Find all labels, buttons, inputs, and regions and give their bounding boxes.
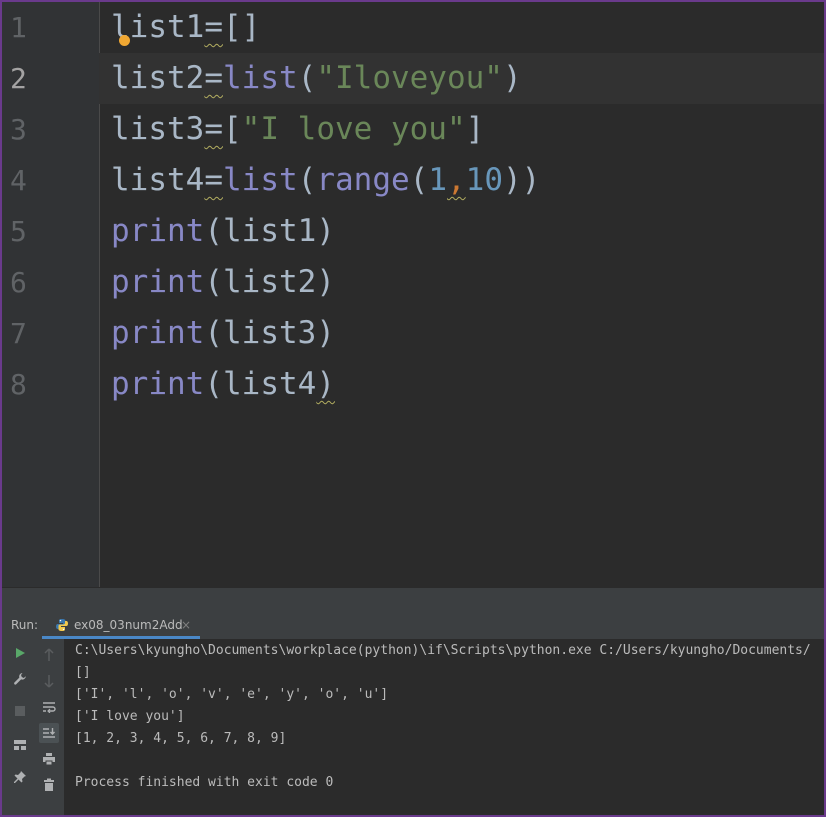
code-line-6[interactable]: 6 print(list2)	[2, 257, 824, 308]
token-number: 1	[428, 162, 447, 198]
token-operator: =	[204, 60, 223, 96]
token-comma: ,	[447, 162, 466, 198]
token-builtin: print	[111, 366, 205, 402]
layout-button[interactable]	[10, 735, 30, 755]
token-paren: (	[409, 162, 429, 198]
line-number: 4	[10, 164, 27, 197]
pin-icon	[14, 771, 26, 783]
token-builtin: print	[111, 213, 205, 249]
token-paren: )	[316, 366, 335, 402]
console-line-command: C:\Users\kyungho\Documents\workplace(pyt…	[75, 643, 811, 658]
code-text[interactable]: list4=list(range(1,10))	[111, 155, 540, 206]
scroll-to-end-icon	[43, 728, 55, 738]
scroll-to-end-button[interactable]	[39, 723, 59, 743]
run-label: Run:	[11, 618, 39, 632]
run-button[interactable]	[10, 643, 30, 663]
token-args: (list2)	[204, 264, 335, 300]
token-bracket: ]	[465, 111, 485, 147]
token-bracket: [	[223, 111, 242, 147]
code-text[interactable]: list3=["I love you"]	[111, 104, 484, 155]
print-button[interactable]	[39, 749, 59, 769]
token-builtin: list	[223, 162, 298, 198]
run-icon	[16, 648, 25, 658]
code-line-8[interactable]: 8 print(list4)	[2, 359, 824, 410]
token-identifier: list4	[111, 162, 205, 198]
code-line-5[interactable]: 5 print(list1)	[2, 206, 824, 257]
up-button[interactable]	[39, 645, 59, 665]
code-text[interactable]: list2=list("Iloveyou")	[111, 53, 522, 104]
trash-icon	[44, 778, 54, 791]
console-line: ['I', 'l', 'o', 'v', 'e', 'y', 'o', 'u']	[75, 687, 389, 702]
token-identifier: list3	[111, 111, 205, 147]
token-args: (list4	[204, 366, 317, 402]
token-operator: =	[204, 111, 223, 147]
line-number: 5	[10, 215, 27, 248]
panel-splitter[interactable]	[2, 587, 824, 613]
print-icon	[43, 753, 55, 766]
token-builtin: print	[111, 315, 205, 351]
token-operator: =	[204, 9, 223, 45]
code-text[interactable]: print(list4)	[111, 359, 335, 410]
rerun-settings-button[interactable]	[10, 669, 30, 689]
token-paren: (	[297, 60, 317, 96]
code-line-3[interactable]: 3 list3=["I love you"]	[2, 104, 824, 155]
token-builtin: print	[111, 264, 205, 300]
token-string: "Iloveyou"	[316, 60, 503, 96]
code-line-2[interactable]: 2 list2=list("Iloveyou")	[2, 53, 824, 104]
token-string: "I love you"	[241, 111, 466, 147]
token-number: 10	[465, 162, 503, 198]
code-line-1[interactable]: 1 list1=[]	[2, 2, 824, 53]
ide-window: 1 list1=[] 2 list2=list("Iloveyou") 3 li…	[0, 0, 826, 817]
token-paren: (	[297, 162, 317, 198]
console-line: []	[75, 665, 91, 680]
clear-all-button[interactable]	[39, 775, 59, 795]
run-toolbar	[2, 639, 65, 815]
code-line-7[interactable]: 7 print(list3)	[2, 308, 824, 359]
code-text[interactable]: print(list1)	[111, 206, 335, 257]
console-line: ['I love you']	[75, 709, 185, 724]
pin-tab-button[interactable]	[10, 767, 30, 787]
run-panel-header: Run: ex08_03num2Add ×	[2, 612, 824, 640]
token-paren: ))	[503, 162, 541, 198]
run-tab[interactable]: ex08_03num2Add ×	[42, 612, 200, 639]
down-arrow-icon	[44, 675, 54, 688]
token-identifier: list2	[111, 60, 205, 96]
code-text[interactable]: print(list2)	[111, 257, 335, 308]
console-line-exit-status: Process finished with exit code 0	[75, 775, 334, 790]
layout-icon	[14, 740, 26, 750]
down-button[interactable]	[39, 671, 59, 691]
soft-wrap-icon	[43, 702, 56, 713]
stop-button[interactable]	[10, 701, 30, 721]
code-editor[interactable]: 1 list1=[] 2 list2=list("Iloveyou") 3 li…	[2, 2, 824, 587]
python-icon	[56, 619, 68, 631]
line-number: 6	[10, 266, 27, 299]
code-text[interactable]: print(list3)	[111, 308, 335, 359]
token-args: (list3)	[204, 315, 335, 351]
token-brackets: []	[223, 9, 261, 45]
token-args: (list1)	[204, 213, 335, 249]
line-number: 8	[10, 368, 27, 401]
console-line: [1, 2, 3, 4, 5, 6, 7, 8, 9]	[75, 731, 287, 746]
code-text[interactable]: list1=[]	[111, 2, 260, 53]
token-builtin: list	[223, 60, 298, 96]
token-paren: )	[502, 60, 522, 96]
soft-wrap-button[interactable]	[39, 697, 59, 717]
wrench-icon	[14, 673, 26, 685]
line-number: 7	[10, 317, 27, 350]
close-icon[interactable]: ×	[181, 612, 191, 638]
line-number: 1	[10, 11, 27, 44]
stop-icon	[15, 706, 25, 716]
line-number: 3	[10, 113, 27, 146]
console-output[interactable]: C:\Users\kyungho\Documents\workplace(pyt…	[64, 639, 824, 815]
up-arrow-icon	[44, 648, 54, 661]
lightbulb-icon[interactable]	[119, 35, 130, 46]
code-line-4[interactable]: 4 list4=list(range(1,10))	[2, 155, 824, 206]
line-number: 2	[10, 62, 27, 95]
run-tab-label: ex08_03num2Add	[74, 618, 183, 632]
token-builtin: range	[316, 162, 410, 198]
token-operator: =	[204, 162, 223, 198]
